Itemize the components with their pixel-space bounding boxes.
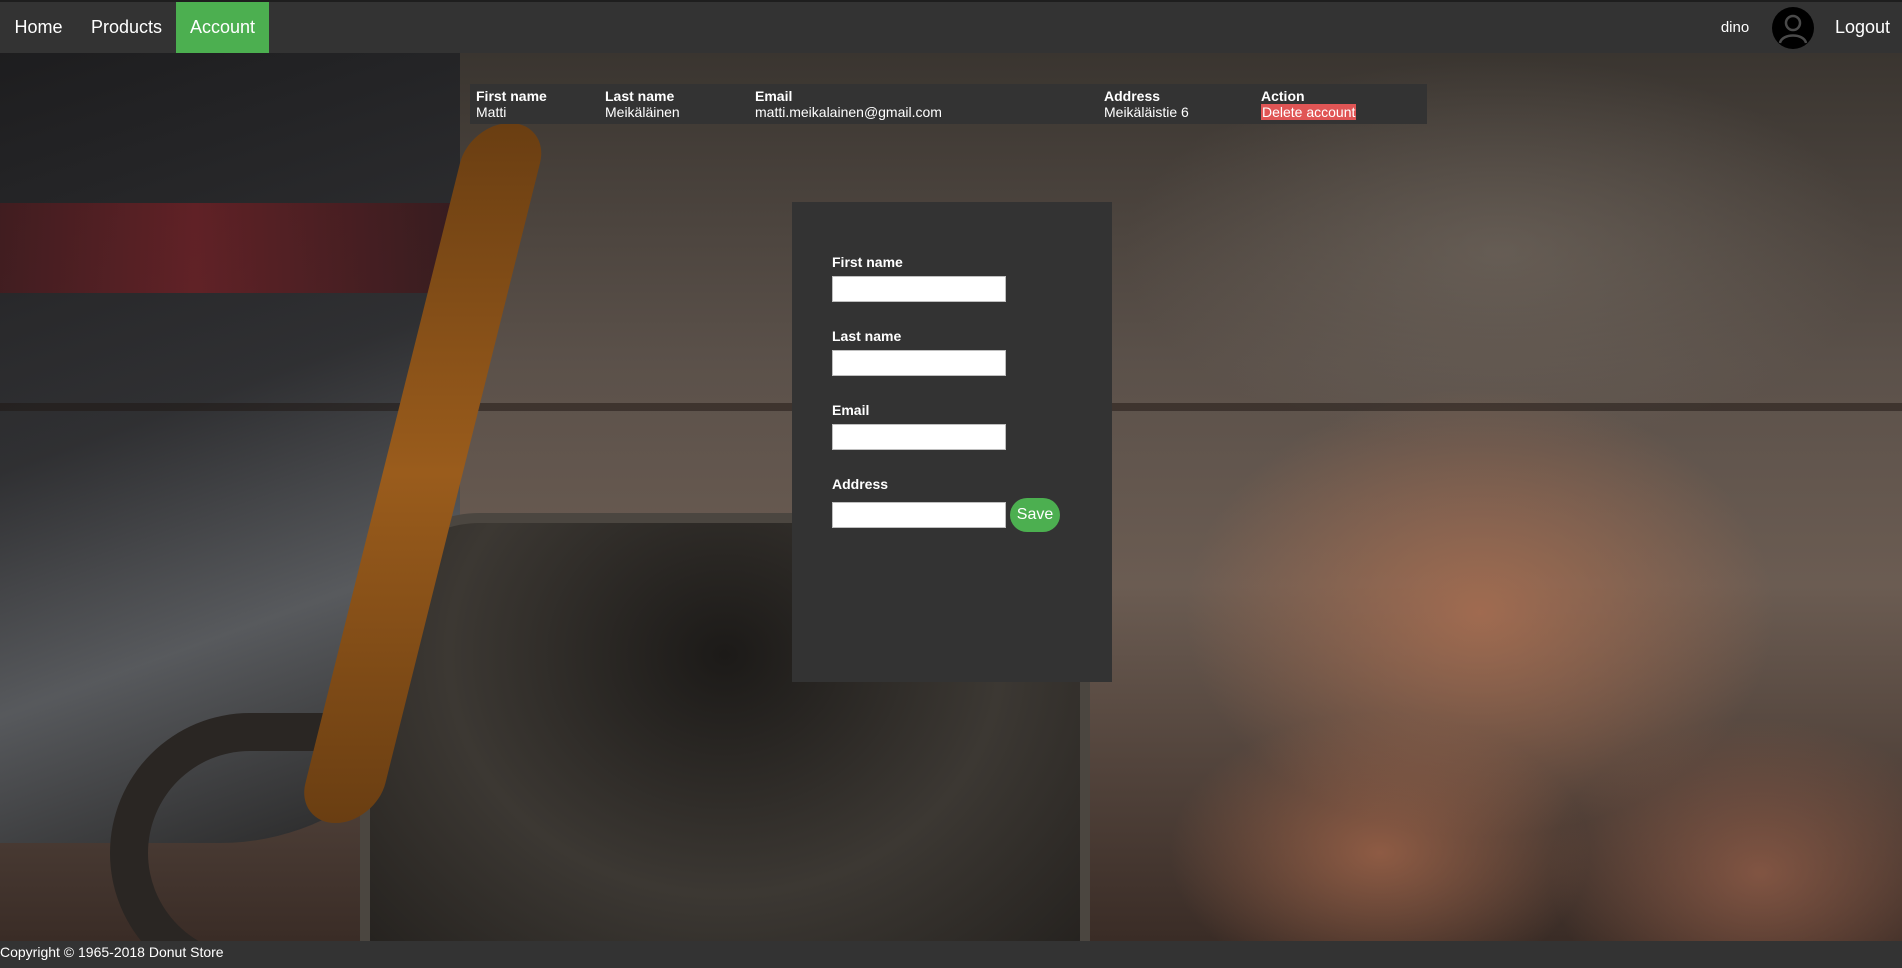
top-nav-bar: Home Products Account dino Logout bbox=[0, 0, 1902, 53]
email-label: Email bbox=[832, 402, 870, 418]
account-info-table: First name Last name Email Address Actio… bbox=[470, 84, 1427, 124]
email-input[interactable] bbox=[832, 424, 1006, 450]
nav-home-link[interactable]: Home bbox=[0, 2, 77, 53]
nav-products-link[interactable]: Products bbox=[77, 2, 176, 53]
nav-account-link[interactable]: Account bbox=[176, 2, 269, 53]
first-name-label: First name bbox=[832, 254, 903, 270]
logout-link[interactable]: Logout bbox=[1823, 2, 1902, 53]
footer: Copyright © 1965-2018 Donut Store bbox=[0, 941, 1902, 968]
address-row: Save bbox=[832, 498, 1112, 532]
edit-account-form: First name Last name Email Address Save bbox=[792, 202, 1112, 682]
save-button[interactable]: Save bbox=[1010, 498, 1060, 532]
last-name-label: Last name bbox=[832, 328, 902, 344]
header-email: Email bbox=[755, 88, 793, 104]
cell-first-name: Matti bbox=[476, 104, 507, 120]
header-last-name: Last name bbox=[605, 88, 675, 104]
last-name-input[interactable] bbox=[832, 350, 1006, 376]
cell-last-name: Meikäläinen bbox=[605, 104, 680, 120]
address-input[interactable] bbox=[832, 502, 1006, 528]
cell-email: matti.meikalainen@gmail.com bbox=[755, 104, 942, 120]
header-first-name: First name bbox=[476, 88, 547, 104]
coffee-pot-band bbox=[0, 203, 450, 293]
copyright-text: Copyright © 1965-2018 Donut Store bbox=[0, 944, 224, 960]
first-name-input[interactable] bbox=[832, 276, 1006, 302]
delete-account-link[interactable]: Delete account bbox=[1261, 104, 1357, 120]
header-action: Action bbox=[1261, 88, 1305, 104]
table-header-row: First name Last name Email Address Actio… bbox=[470, 84, 1427, 104]
cell-action: Delete account bbox=[1255, 104, 1427, 124]
header-address: Address bbox=[1104, 88, 1161, 104]
user-avatar-icon[interactable] bbox=[1772, 7, 1814, 49]
address-label: Address bbox=[832, 476, 889, 492]
username-label: dino bbox=[1720, 19, 1750, 36]
table-row: Matti Meikäläinen matti.meikalainen@gmai… bbox=[470, 104, 1427, 124]
cell-address: Meikäläistie 6 bbox=[1104, 104, 1189, 120]
